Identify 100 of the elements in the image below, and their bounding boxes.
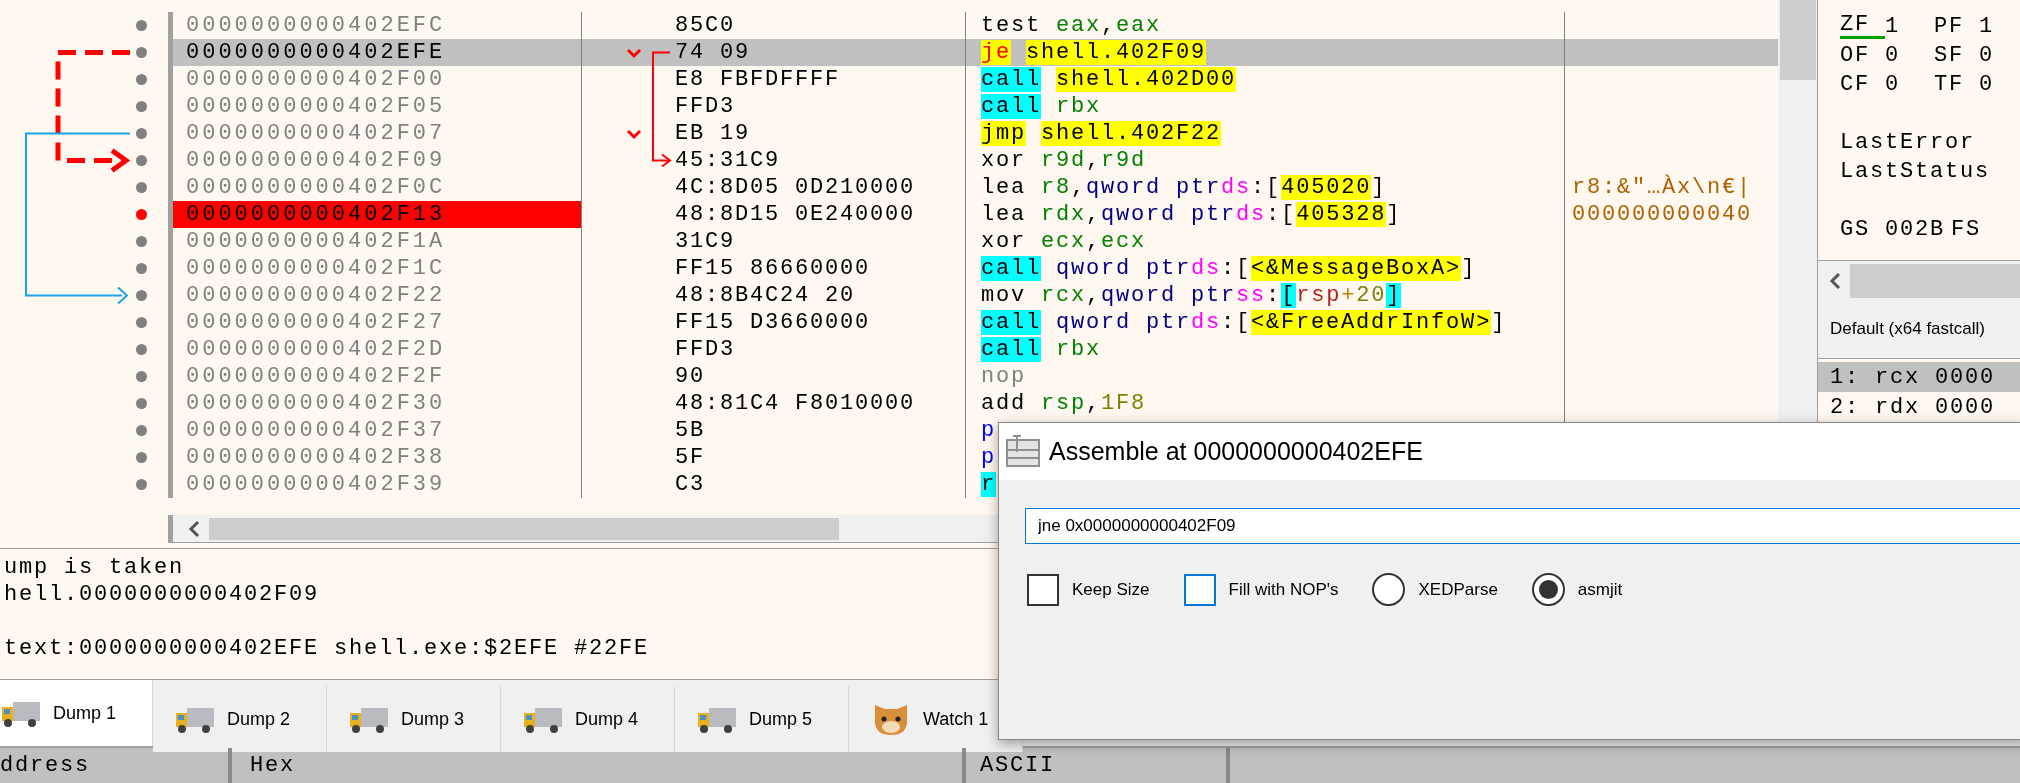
instruction-text: p [981, 417, 996, 445]
instruction-text: lea rdx,qword ptrds:[405328] [981, 201, 1402, 229]
address-cell[interactable]: 0000000000402F13 [173, 201, 582, 228]
instruction-text: call shell.402D00 [981, 66, 1237, 94]
register-name: LastStatus [1840, 158, 1991, 186]
breakpoint-marker[interactable] [136, 371, 147, 382]
breakpoint-marker[interactable] [136, 236, 147, 247]
breakpoint-marker[interactable] [136, 425, 147, 436]
breakpoint-marker[interactable] [136, 47, 147, 58]
checkbox[interactable] [1183, 573, 1216, 606]
bytes-text: FF15 D3660000 [675, 309, 871, 337]
breakpoint-marker[interactable] [136, 128, 147, 139]
register-value: 0 [1885, 42, 1900, 70]
bytes-text: FFD3 [675, 93, 735, 121]
bytes-text: EB 19 [675, 120, 750, 148]
bytes-text: 90 [675, 363, 705, 391]
register-value: 002B [1885, 216, 1945, 244]
instruction-text: xor ecx,ecx [981, 228, 1147, 256]
breakpoint-marker[interactable] [136, 209, 147, 220]
scrollbar-thumb[interactable] [1780, 0, 1816, 80]
tab[interactable]: Dump 4 [501, 686, 675, 752]
register-name: SF [1934, 42, 1965, 70]
register-name: ZF [1840, 14, 1885, 39]
instruction-text: jmp shell.402F22 [981, 120, 1222, 148]
checkbox[interactable] [1027, 573, 1059, 606]
register-value: 0 [1979, 71, 1994, 99]
bytes-text: 48:8D15 0E240000 [675, 201, 916, 229]
calling-convention-label: Default (x64 fastcall) [1830, 318, 1985, 341]
register-name: GS [1840, 216, 1871, 244]
breakpoint-marker[interactable] [136, 263, 147, 274]
bytes-text: 85C0 [675, 12, 735, 40]
breakpoint-marker[interactable] [136, 20, 147, 31]
bytes-text: C3 [675, 471, 705, 499]
argument-row[interactable]: 1: rcx 0000 [1818, 362, 2020, 392]
option-label: asmjit [1577, 578, 1623, 601]
register-name: PF [1934, 13, 1965, 41]
radio-button[interactable] [1531, 573, 1565, 606]
argument-row[interactable]: 2: rdx 0000 [1818, 392, 2020, 422]
bytes-text: 74 09 [675, 39, 750, 67]
bytes-text: 31C9 [675, 228, 735, 256]
bytes-text: 48:81C4 F8010000 [675, 390, 916, 418]
tab[interactable]: Dump 5 [675, 686, 849, 752]
option-label: Fill with NOP's [1228, 578, 1339, 601]
scrollbar-thumb[interactable] [1850, 263, 2020, 298]
bytes-text: 5B [675, 417, 705, 445]
instruction-text: add rsp,1F8 [981, 390, 1147, 418]
bytes-text: FFD3 [675, 336, 735, 364]
register-value: 0 [1979, 42, 1994, 70]
instruction-text: p [981, 444, 996, 472]
breakpoint-marker[interactable] [136, 155, 147, 166]
option-label: XEDParse [1418, 578, 1498, 601]
option-label: Keep Size [1072, 578, 1150, 601]
bytes-text: 48:8B4C24 20 [675, 282, 856, 310]
bytes-text: E8 FBFDFFFF [675, 66, 841, 94]
breakpoint-marker[interactable] [136, 398, 147, 409]
column-header[interactable]: ddress [0, 748, 232, 783]
instruction-text: call rbx [981, 93, 1102, 121]
comment-text: 000000000040 [1572, 201, 1753, 229]
scrollbar-thumb[interactable] [209, 517, 839, 540]
instruction-text: lea r8,qword ptrds:[405020] [981, 174, 1387, 202]
column-header[interactable]: Hex [232, 748, 966, 783]
breakpoint-marker[interactable] [136, 479, 147, 490]
register-value: 0 [1885, 71, 1900, 99]
register-value: 1 [1885, 13, 1900, 41]
register-name: LastError [1840, 129, 1976, 157]
breakpoint-marker[interactable] [136, 74, 147, 85]
comment-text: r8:&"…Àx\n€| [1572, 173, 1753, 202]
address-cell[interactable]: 0000000000402F39 [173, 471, 582, 498]
scroll-left-icon[interactable] [1828, 271, 1842, 290]
breakpoint-marker[interactable] [136, 452, 147, 463]
tab[interactable]: Dump 1 [0, 680, 153, 746]
scroll-left-icon[interactable] [187, 519, 201, 538]
register-name: FS [1951, 216, 1983, 244]
bytes-text: FF15 86660000 [675, 255, 871, 283]
info-text: hell.0000000000402F09 [3, 581, 320, 608]
breakpoint-marker[interactable] [136, 290, 147, 301]
instruction-text: r [981, 471, 996, 499]
info-text: text:0000000000402EFE shell.exe:$2EFE #22FE [3, 635, 650, 662]
info-text: ump is taken [3, 554, 185, 581]
radio-button[interactable] [1372, 573, 1406, 606]
instruction-text: call qword ptrds:[<&FreeAddrInfoW>] [981, 309, 1507, 337]
breakpoint-marker[interactable] [136, 317, 147, 328]
register-value: 1 [1979, 13, 1994, 41]
bytes-text: 5F [675, 444, 705, 472]
bytes-text: 45:31C9 [675, 147, 780, 175]
tab[interactable]: Dump 2 [153, 686, 327, 752]
breakpoint-marker[interactable] [136, 344, 147, 355]
instruction-text: nop [981, 363, 1026, 391]
breakpoint-marker[interactable] [136, 182, 147, 193]
instruction-text: mov rcx,qword ptr ss:[rsp+20] [981, 282, 1402, 310]
tab[interactable]: Dump 3 [327, 686, 501, 752]
column-header[interactable]: ASCII [966, 748, 1230, 783]
instruction-text: call rbx [981, 336, 1102, 364]
breakpoint-marker[interactable] [136, 101, 147, 112]
register-name: TF [1934, 71, 1965, 99]
bytes-text: 4C:8D05 0D210000 [675, 174, 916, 202]
instruction-text: xor r9d,r9d [981, 147, 1147, 175]
instruction-text: call qword ptrds:[<&MessageBoxA>] [981, 255, 1477, 283]
instruction-text: je shell.402F09 [981, 39, 1207, 67]
assembly-input-field[interactable]: jne 0x0000000000402F09 [1025, 508, 2020, 544]
